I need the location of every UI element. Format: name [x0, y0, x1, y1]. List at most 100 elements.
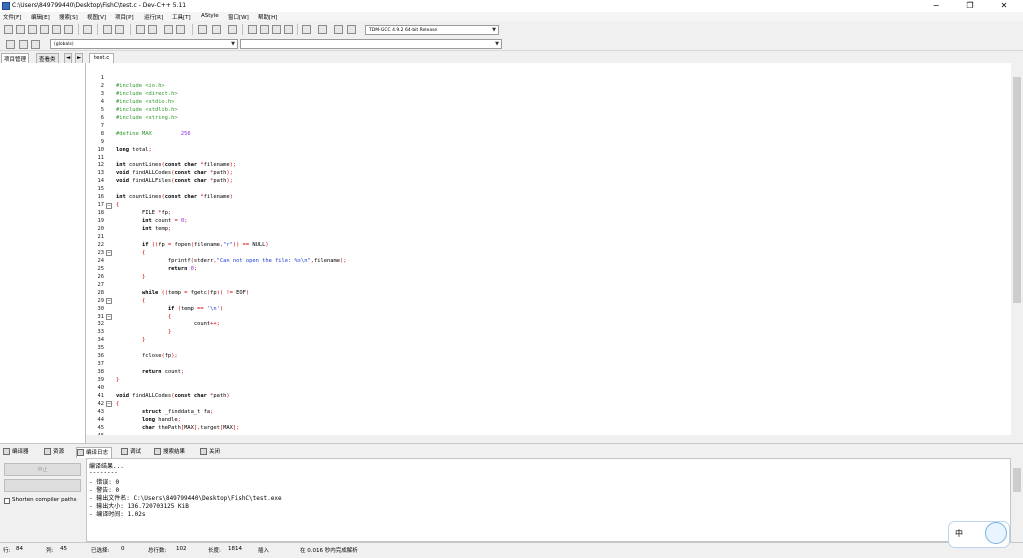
fold-toggle-icon[interactable]: −: [106, 401, 112, 408]
minimize-button[interactable]: −: [919, 0, 953, 12]
code-line[interactable]: int temp;: [116, 226, 171, 232]
code-line[interactable]: struct _finddata_t fa;: [116, 409, 213, 415]
unindent-icon[interactable]: [228, 25, 237, 34]
code-line[interactable]: #include <string.h>: [116, 115, 178, 121]
ime-toolbar[interactable]: 中: [948, 521, 1010, 548]
code-line[interactable]: {: [116, 314, 171, 320]
tab-test-c[interactable]: test.c: [89, 53, 115, 63]
profile-icon[interactable]: [334, 25, 343, 34]
compile-icon[interactable]: [248, 25, 257, 34]
compile-run-icon[interactable]: [272, 25, 281, 34]
code-editor[interactable]: 1 2 #include <io.h> 3 #include <direct.h> 4 #i…: [86, 63, 1011, 443]
toggle-bookmark-icon[interactable]: [176, 25, 185, 34]
code-line[interactable]: }: [116, 329, 171, 335]
find-icon[interactable]: [136, 25, 145, 34]
code-line[interactable]: char thePath[MAX],target[MAX];: [116, 425, 239, 431]
new-class-icon[interactable]: [6, 40, 15, 49]
members-select[interactable]: ▼: [240, 39, 502, 49]
code-line[interactable]: void findALLCodes(const char *path);: [116, 170, 233, 176]
tab-close[interactable]: 关闭: [200, 447, 220, 458]
code-line[interactable]: int count = 0;: [116, 218, 187, 224]
print-icon[interactable]: [83, 25, 92, 34]
code-line[interactable]: }: [116, 377, 119, 383]
menu-edit[interactable]: 编辑[E]: [31, 13, 50, 21]
tab-project-manager[interactable]: 项目管理: [1, 53, 30, 63]
menu-window[interactable]: 窗口[W]: [228, 13, 249, 21]
tab-nav-right-icon[interactable]: ►: [75, 53, 84, 63]
open-file-icon[interactable]: [16, 25, 25, 34]
tab-debug[interactable]: 调试: [121, 447, 141, 458]
code-line[interactable]: #include <stdio.h>: [116, 99, 174, 105]
tab-search-results[interactable]: 搜索结果: [154, 447, 185, 458]
run-icon[interactable]: [260, 25, 269, 34]
save-all-icon[interactable]: [40, 25, 49, 34]
close-file-icon[interactable]: [52, 25, 61, 34]
output-scroll-thumb[interactable]: [1013, 468, 1021, 492]
code-line[interactable]: return count;: [116, 369, 184, 375]
close-all-icon[interactable]: [64, 25, 73, 34]
compiler-select[interactable]: TDM-GCC 4.9.2 64-bit Release ▼: [365, 25, 499, 35]
code-line[interactable]: #include <direct.h>: [116, 91, 178, 97]
fold-toggle-icon[interactable]: −: [106, 298, 112, 305]
code-line[interactable]: FILE *fp;: [116, 210, 171, 216]
menu-tools[interactable]: 工具[T]: [172, 13, 191, 21]
indent-icon[interactable]: [212, 25, 221, 34]
code-line[interactable]: {: [116, 250, 145, 256]
menu-search[interactable]: 搜索[S]: [59, 13, 78, 21]
output-vertical-scrollbar[interactable]: [1011, 458, 1023, 542]
tab-class-browser[interactable]: 查看类: [36, 53, 59, 63]
replace-icon[interactable]: [148, 25, 157, 34]
ime-mode-label[interactable]: 中: [955, 528, 963, 539]
code-line[interactable]: void findALLFiles(const char *path);: [116, 178, 233, 184]
tab-nav-left-icon[interactable]: ◄: [64, 53, 73, 63]
delete-profile-icon[interactable]: [347, 25, 356, 34]
code-line[interactable]: long total;: [116, 147, 152, 153]
code-line[interactable]: {: [116, 298, 145, 304]
abort-compilation-button[interactable]: 中止: [4, 463, 81, 476]
code-line[interactable]: long handle;: [116, 417, 181, 423]
tab-compile-log[interactable]: 编译日志: [76, 447, 113, 458]
code-line[interactable]: fprintf(stderr,"Can not open the file: %…: [116, 258, 347, 264]
code-line[interactable]: #include <io.h>: [116, 83, 165, 89]
code-line[interactable]: {: [116, 202, 119, 208]
fold-toggle-icon[interactable]: −: [106, 250, 112, 257]
tab-resources[interactable]: 资源: [44, 447, 64, 458]
menu-project[interactable]: 项目[P]: [115, 13, 134, 21]
globals-select[interactable]: (globals) ▼: [50, 39, 238, 49]
compile-log-output[interactable]: 编译结果... -------- - 错误: 0 - 警告: 0 - 输出文件名…: [86, 458, 1011, 542]
rebuild-all-icon[interactable]: [284, 25, 293, 34]
new-file-icon[interactable]: [4, 25, 13, 34]
code-line[interactable]: #define MAX 256: [116, 131, 191, 137]
code-line[interactable]: count++;: [116, 321, 220, 327]
syntax-check-icon[interactable]: [302, 25, 311, 34]
stop-execution-icon[interactable]: [318, 25, 327, 34]
goto-bookmark-icon[interactable]: [198, 25, 207, 34]
toggle-icon[interactable]: [31, 40, 40, 49]
code-line[interactable]: return 0;: [116, 266, 197, 272]
editor-horizontal-scrollbar[interactable]: [86, 435, 1011, 443]
code-line[interactable]: void findALLCodes(const char *path): [116, 393, 230, 399]
code-line[interactable]: int countLines(const char *filename): [116, 194, 233, 200]
rebuild-button[interactable]: [4, 479, 81, 492]
code-line[interactable]: if ((fp = fopen(filename,"r")) == NULL): [116, 242, 269, 248]
menu-run[interactable]: 运行[R]: [144, 13, 163, 21]
menu-file[interactable]: 文件[F]: [3, 13, 21, 21]
code-area[interactable]: 1 2 #include <io.h> 3 #include <direct.h> 4 #i…: [86, 63, 1011, 443]
code-line[interactable]: fclose(fp);: [116, 353, 178, 359]
shorten-paths-checkbox[interactable]: [4, 498, 10, 504]
editor-vertical-scrollbar[interactable]: [1011, 63, 1023, 443]
code-line[interactable]: #include <stdlib.h>: [116, 107, 178, 113]
code-line[interactable]: int countLines(const char *filename);: [116, 162, 236, 168]
goto-line-icon[interactable]: [164, 25, 173, 34]
code-line[interactable]: }: [116, 274, 145, 280]
restore-button[interactable]: ❐: [953, 0, 987, 12]
menu-view[interactable]: 视图[V]: [87, 13, 106, 21]
menu-astyle[interactable]: AStyle: [201, 13, 219, 19]
code-line[interactable]: }: [116, 337, 145, 343]
save-icon[interactable]: [28, 25, 37, 34]
code-line[interactable]: {: [116, 401, 119, 407]
menu-help[interactable]: 帮助[H]: [258, 13, 277, 21]
insert-icon[interactable]: [19, 40, 28, 49]
tab-compiler[interactable]: 编译器: [3, 447, 29, 458]
fold-toggle-icon[interactable]: −: [106, 202, 112, 209]
